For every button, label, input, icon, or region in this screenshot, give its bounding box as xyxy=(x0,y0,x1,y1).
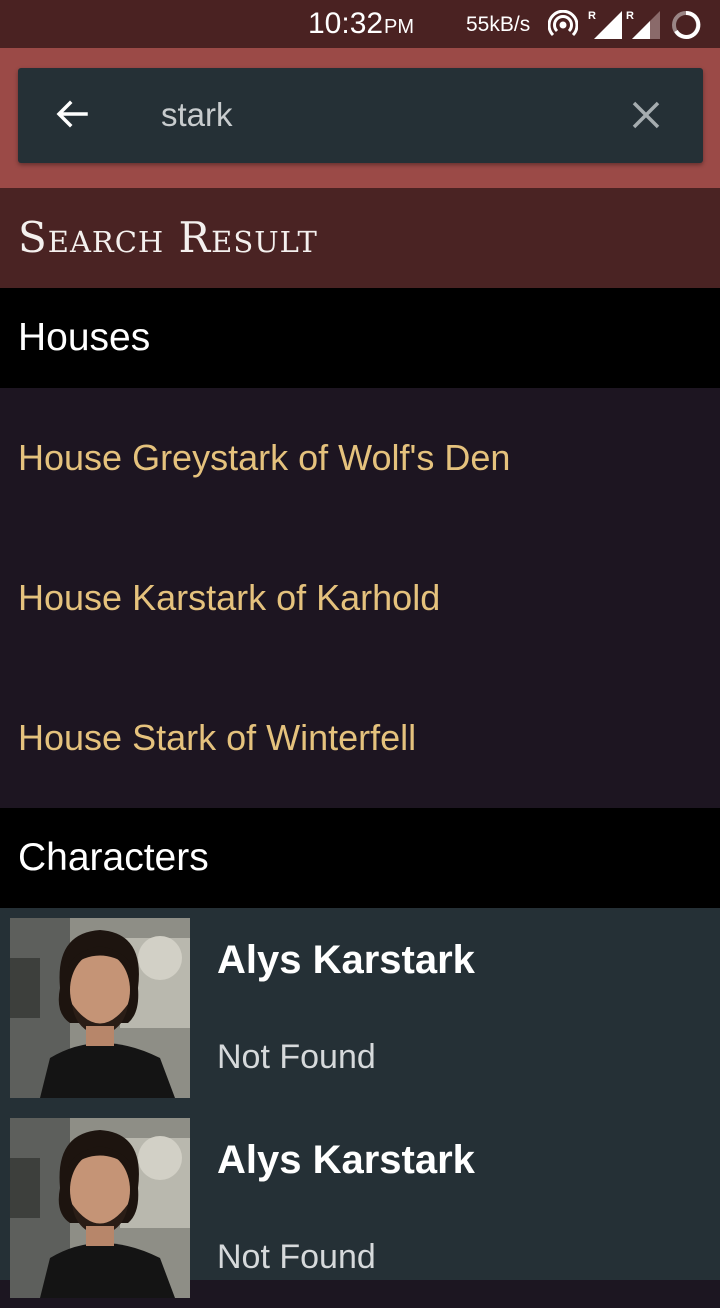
signal-roaming-icon: R xyxy=(626,10,660,39)
character-name: Alys Karstark xyxy=(217,1138,475,1182)
houses-list: House Greystark of Wolf's Den House Kars… xyxy=(0,388,720,808)
close-icon[interactable] xyxy=(630,99,662,131)
list-item-house[interactable]: House Karstark of Karhold xyxy=(0,528,720,668)
house-label: House Greystark of Wolf's Den xyxy=(18,437,511,478)
network-speed: 55kB/s xyxy=(466,13,531,36)
signal-roaming-icon: R xyxy=(588,10,622,39)
status-bar: 10:32 PM 55kB/s R R xyxy=(0,0,720,48)
search-toolbar xyxy=(0,48,720,188)
characters-list: Alys Karstark Not Found Alys Karstark No… xyxy=(0,908,720,1298)
status-ampm: PM xyxy=(384,16,414,38)
character-avatar xyxy=(10,1118,190,1298)
character-name: Alys Karstark xyxy=(217,938,475,982)
page-title: Search Result xyxy=(18,213,318,262)
search-input[interactable] xyxy=(161,90,601,140)
houses-section-header: Houses xyxy=(0,288,720,388)
house-label: House Karstark of Karhold xyxy=(18,577,441,618)
characters-title: Characters xyxy=(18,836,209,879)
characters-section-header: Characters xyxy=(0,808,720,908)
arrow-left-icon[interactable] xyxy=(54,96,90,132)
battery-charging-icon xyxy=(672,10,701,39)
status-time: 10:32 xyxy=(308,7,384,40)
character-avatar xyxy=(10,918,190,1098)
search-box xyxy=(18,68,703,163)
list-item-house[interactable]: House Stark of Winterfell xyxy=(0,668,720,808)
houses-title: Houses xyxy=(18,316,151,359)
list-item-house[interactable]: House Greystark of Wolf's Den xyxy=(0,388,720,528)
svg-text:R: R xyxy=(588,10,596,22)
house-label: House Stark of Winterfell xyxy=(18,717,417,758)
hotspot-icon xyxy=(548,10,578,37)
search-result-header: Search Result xyxy=(0,188,720,288)
character-status: Not Found xyxy=(217,1038,376,1076)
svg-text:R: R xyxy=(626,10,634,22)
list-item-character[interactable]: Alys Karstark Not Found xyxy=(0,1108,720,1308)
character-status: Not Found xyxy=(217,1238,376,1276)
list-item-character[interactable]: Alys Karstark Not Found xyxy=(0,908,720,1108)
